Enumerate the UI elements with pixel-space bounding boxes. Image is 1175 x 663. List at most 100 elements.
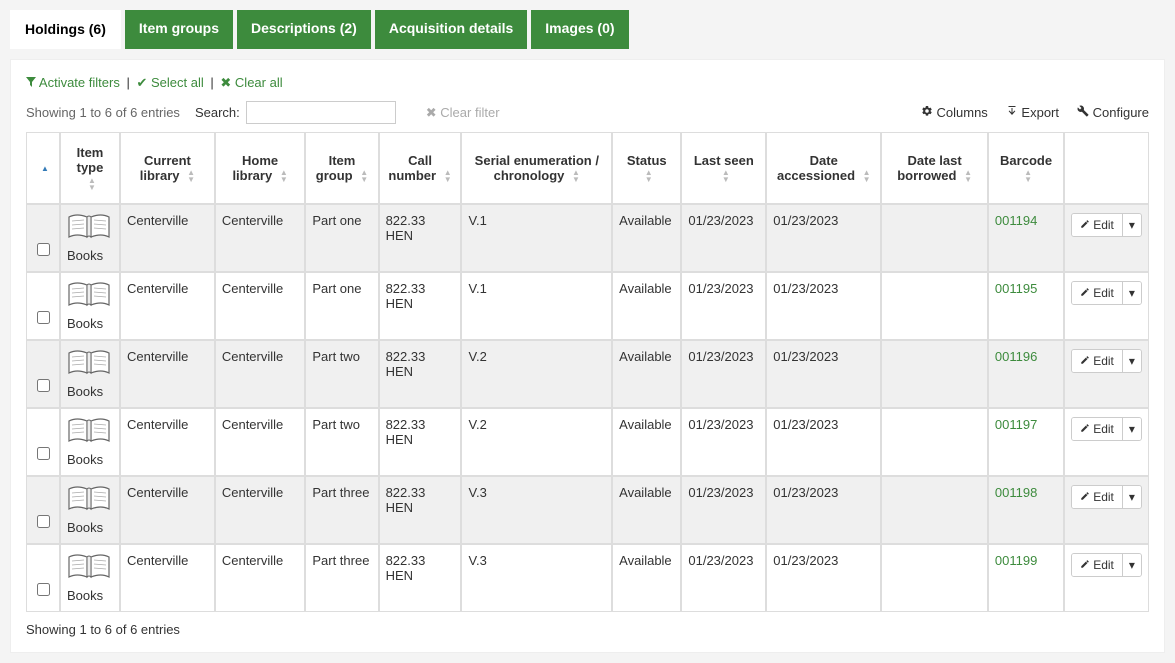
cell-date-last-borrowed — [881, 340, 988, 408]
col-barcode[interactable]: Barcode ▲▼ — [988, 132, 1064, 204]
col-serial-enum[interactable]: Serial enumeration / chronology ▲▼ — [461, 132, 612, 204]
caret-down-icon: ▾ — [1129, 354, 1135, 368]
col-item-group[interactable]: Item group ▲▼ — [305, 132, 378, 204]
row-checkbox[interactable] — [37, 243, 50, 256]
barcode-link[interactable]: 001194 — [995, 213, 1037, 228]
edit-button[interactable]: Edit — [1072, 282, 1122, 304]
edit-dropdown-toggle[interactable]: ▾ — [1122, 214, 1141, 236]
cell-serial: V.3 — [461, 476, 612, 544]
table-top-bar: Showing 1 to 6 of 6 entries Search: ✖ Cl… — [26, 101, 1149, 124]
tabs-bar: Holdings (6)Item groupsDescriptions (2)A… — [10, 10, 1165, 49]
cell-call-number: 822.33 HEN — [379, 204, 462, 272]
cell-date-accessioned: 01/23/2023 — [766, 408, 881, 476]
sort-icon: ▲ — [41, 165, 49, 172]
item-type-label: Books — [67, 384, 103, 399]
cell-current-library: Centerville — [120, 272, 215, 340]
cell-item-group: Part three — [305, 544, 378, 612]
cell-last-seen: 01/23/2023 — [681, 272, 766, 340]
table-row: BooksCentervilleCentervillePart two822.3… — [26, 408, 1149, 476]
row-checkbox[interactable] — [37, 583, 50, 596]
tab-2[interactable]: Descriptions (2) — [237, 10, 371, 49]
row-checkbox[interactable] — [37, 447, 50, 460]
sort-icon: ▲▼ — [360, 169, 368, 183]
tab-0[interactable]: Holdings (6) — [10, 10, 121, 49]
sort-icon: ▲▼ — [645, 169, 653, 183]
caret-down-icon: ▾ — [1129, 490, 1135, 504]
edit-button[interactable]: Edit — [1072, 554, 1122, 576]
pencil-icon — [1080, 218, 1090, 232]
cell-item-group: Part one — [305, 204, 378, 272]
col-date-last-borrowed[interactable]: Date last borrowed ▲▼ — [881, 132, 988, 204]
columns-button[interactable]: Columns — [921, 105, 988, 120]
col-current-library[interactable]: Current library ▲▼ — [120, 132, 215, 204]
barcode-link[interactable]: 001196 — [995, 349, 1037, 364]
cell-date-last-borrowed — [881, 408, 988, 476]
table-row: BooksCentervilleCentervillePart three822… — [26, 544, 1149, 612]
row-checkbox[interactable] — [37, 379, 50, 392]
col-last-seen[interactable]: Last seen ▲▼ — [681, 132, 766, 204]
x-icon: ✖ — [426, 105, 437, 120]
book-icon — [67, 417, 113, 448]
edit-button[interactable]: Edit — [1072, 214, 1122, 236]
col-call-number[interactable]: Call number ▲▼ — [379, 132, 462, 204]
table-info-top: Showing 1 to 6 of 6 entries — [26, 105, 180, 120]
edit-dropdown-toggle[interactable]: ▾ — [1122, 350, 1141, 372]
filter-bar: Activate filters | ✔ Select all | ✖ Clea… — [26, 75, 1149, 91]
cell-date-accessioned: 01/23/2023 — [766, 476, 881, 544]
edit-dropdown-toggle[interactable]: ▾ — [1122, 554, 1141, 576]
edit-dropdown-toggle[interactable]: ▾ — [1122, 486, 1141, 508]
cell-last-seen: 01/23/2023 — [681, 408, 766, 476]
cell-serial: V.1 — [461, 272, 612, 340]
cell-home-library: Centerville — [215, 408, 306, 476]
col-checkbox[interactable]: ▲ — [26, 132, 60, 204]
sort-icon: ▲▼ — [1024, 169, 1032, 183]
cell-status: Available — [612, 340, 681, 408]
configure-button[interactable]: Configure — [1077, 105, 1149, 120]
export-button[interactable]: Export — [1006, 105, 1059, 120]
pencil-icon — [1080, 422, 1090, 436]
tab-3[interactable]: Acquisition details — [375, 10, 527, 49]
search-input[interactable] — [246, 101, 396, 124]
sort-icon: ▲▼ — [88, 177, 96, 191]
edit-button[interactable]: Edit — [1072, 418, 1122, 440]
tab-1[interactable]: Item groups — [125, 10, 233, 49]
tab-4[interactable]: Images (0) — [531, 10, 628, 49]
cell-item-group: Part two — [305, 340, 378, 408]
col-status[interactable]: Status ▲▼ — [612, 132, 681, 204]
sort-icon: ▲▼ — [722, 169, 730, 183]
cell-date-accessioned: 01/23/2023 — [766, 340, 881, 408]
col-item-type[interactable]: Item type ▲▼ — [60, 132, 120, 204]
clear-filter-link[interactable]: ✖ Clear filter — [426, 105, 500, 121]
clear-all-link[interactable]: Clear all — [235, 75, 283, 90]
barcode-link[interactable]: 001195 — [995, 281, 1037, 296]
wrench-icon — [1077, 105, 1093, 120]
item-type-label: Books — [67, 316, 103, 331]
sort-icon: ▲▼ — [572, 169, 580, 183]
activate-filters-link[interactable]: Activate filters — [39, 75, 120, 90]
close-icon: ✖ — [220, 75, 231, 90]
barcode-link[interactable]: 001197 — [995, 417, 1037, 432]
barcode-link[interactable]: 001198 — [995, 485, 1037, 500]
item-type-label: Books — [67, 452, 103, 467]
edit-dropdown-toggle[interactable]: ▾ — [1122, 282, 1141, 304]
filter-icon — [26, 75, 39, 90]
edit-button[interactable]: Edit — [1072, 486, 1122, 508]
cell-last-seen: 01/23/2023 — [681, 476, 766, 544]
row-checkbox[interactable] — [37, 311, 50, 324]
cell-call-number: 822.33 HEN — [379, 340, 462, 408]
select-all-link[interactable]: Select all — [151, 75, 204, 90]
barcode-link[interactable]: 001199 — [995, 553, 1037, 568]
cell-home-library: Centerville — [215, 476, 306, 544]
col-date-accessioned[interactable]: Date accessioned ▲▼ — [766, 132, 881, 204]
col-home-library[interactable]: Home library ▲▼ — [215, 132, 306, 204]
cell-status: Available — [612, 476, 681, 544]
item-type-label: Books — [67, 588, 103, 603]
caret-down-icon: ▾ — [1129, 286, 1135, 300]
edit-dropdown-toggle[interactable]: ▾ — [1122, 418, 1141, 440]
row-checkbox[interactable] — [37, 515, 50, 528]
sort-icon: ▲▼ — [187, 169, 195, 183]
table-row: BooksCentervilleCentervillePart one822.3… — [26, 272, 1149, 340]
cell-serial: V.2 — [461, 408, 612, 476]
sort-icon: ▲▼ — [444, 169, 452, 183]
edit-button[interactable]: Edit — [1072, 350, 1122, 372]
